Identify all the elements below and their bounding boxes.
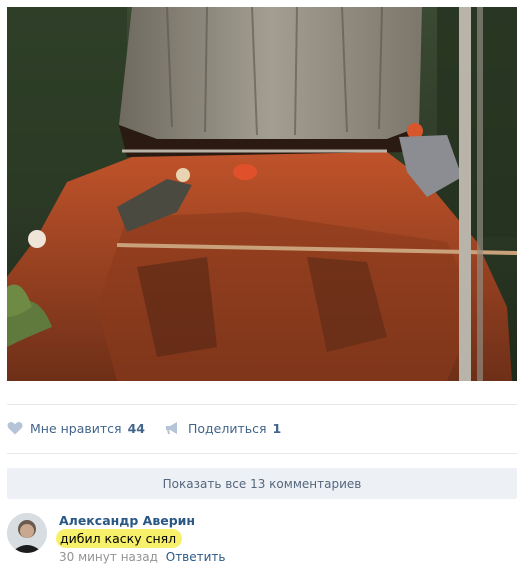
reply-button[interactable]: Ответить: [166, 550, 226, 564]
share-label: Поделиться: [187, 420, 267, 436]
photo-illustration: [7, 7, 517, 381]
avatar[interactable]: [7, 513, 47, 553]
post-actions: Мне нравится 44 Поделиться 1: [7, 416, 301, 440]
comment-text: дибил каску снял: [56, 529, 183, 548]
megaphone-icon: [165, 421, 181, 435]
comment-time[interactable]: 30 минут назад: [59, 550, 158, 564]
post-photo[interactable]: [7, 7, 517, 381]
comment-author[interactable]: Александр Аверин: [59, 513, 195, 528]
divider: [7, 404, 517, 405]
like-button[interactable]: Мне нравится 44: [7, 421, 145, 436]
heart-icon: [7, 421, 23, 435]
comment-meta: 30 минут назад Ответить: [59, 550, 226, 564]
show-all-comments-label: Показать все 13 комментариев: [162, 476, 362, 491]
like-label: Мне нравится: [30, 420, 122, 436]
share-button[interactable]: Поделиться 1: [165, 421, 281, 436]
show-all-comments-button[interactable]: Показать все 13 комментариев: [7, 468, 517, 499]
comment-item: Александр Аверин дибил каску снял 30 мин…: [7, 512, 517, 568]
divider: [7, 453, 517, 454]
like-count: 44: [127, 420, 145, 436]
share-count: 1: [272, 420, 282, 436]
